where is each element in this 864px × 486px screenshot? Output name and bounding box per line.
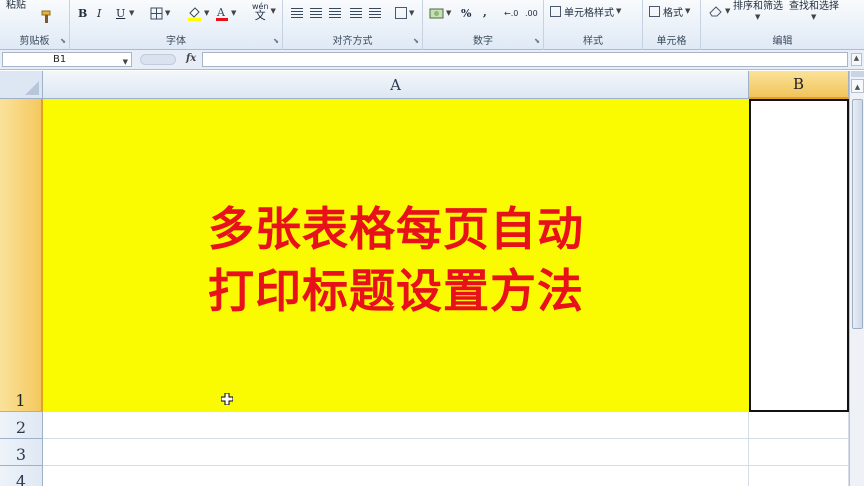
- row-header-2[interactable]: 2: [0, 412, 43, 439]
- increase-indent-icon[interactable]: [369, 4, 381, 22]
- font-color-icon[interactable]: A ▼: [215, 4, 236, 22]
- format-label: 格式: [663, 7, 683, 19]
- cell-b2[interactable]: [749, 412, 849, 439]
- italic-button[interactable]: I: [97, 4, 101, 22]
- editing-group: ▼ 排序和筛选 查找和选择 ▼ ▼ 编辑: [701, 0, 864, 50]
- increase-decimal-icon[interactable]: ←.0: [504, 4, 518, 22]
- name-box-value: B1: [53, 54, 67, 65]
- cell-a2[interactable]: [43, 412, 749, 439]
- styles-group: 单元格样式 ▼ 样式: [544, 0, 643, 50]
- borders-icon[interactable]: ▼: [150, 4, 170, 22]
- format-painter-icon[interactable]: [40, 8, 54, 26]
- row-header-4[interactable]: 4: [0, 466, 43, 486]
- percent-button[interactable]: %: [461, 4, 471, 22]
- paste-button[interactable]: 粘贴: [6, 0, 26, 12]
- cells-group: 格式 ▼ 单元格: [643, 0, 701, 50]
- eraser-icon[interactable]: ▼: [707, 2, 730, 20]
- merge-center-icon[interactable]: ▼: [395, 4, 414, 22]
- insert-function-icon[interactable]: fx: [186, 53, 196, 64]
- formula-controls: fx: [140, 52, 200, 67]
- align-center-icon[interactable]: [310, 4, 322, 22]
- align-left-icon[interactable]: [291, 4, 303, 22]
- decrease-decimal-icon[interactable]: .00: [525, 4, 538, 22]
- column-header-b[interactable]: B: [749, 71, 849, 99]
- alignment-group: ▼ 对齐方式 ⬊: [283, 0, 423, 50]
- styles-group-label: 样式: [583, 36, 603, 47]
- expand-formula-bar-icon[interactable]: ▲: [851, 53, 862, 66]
- phonetic-guide-button[interactable]: wén 文 ▼: [252, 2, 276, 21]
- move-cursor-icon: [220, 392, 234, 406]
- svg-text:A: A: [216, 6, 226, 19]
- number-launcher-icon[interactable]: ⬊: [534, 37, 540, 45]
- clipboard-group: 粘贴 剪贴板 ⬊: [0, 0, 70, 50]
- scroll-thumb[interactable]: [852, 99, 863, 329]
- formula-input[interactable]: [202, 52, 848, 67]
- number-group: ▼ % , ←.0 .00 数字 ⬊: [423, 0, 544, 50]
- cell-styles-icon: [550, 5, 561, 17]
- cell-styles-label: 单元格样式: [564, 7, 614, 19]
- cells-group-label: 单元格: [656, 36, 687, 47]
- name-box-dropdown-icon[interactable]: ▼: [123, 56, 128, 69]
- cell-a1[interactable]: 多张表格每页自动 打印标题设置方法: [43, 99, 749, 412]
- cell-styles-button[interactable]: 单元格样式 ▼: [550, 2, 621, 20]
- bold-button[interactable]: B: [78, 4, 87, 22]
- cell-a1-line-2: 打印标题设置方法: [208, 263, 584, 318]
- cell-b3[interactable]: [749, 439, 849, 466]
- alignment-launcher-icon[interactable]: ⬊: [413, 37, 419, 45]
- clipboard-launcher-icon[interactable]: ⬊: [60, 37, 66, 45]
- scroll-up-icon[interactable]: ▲: [851, 79, 864, 93]
- underline-button[interactable]: U: [116, 4, 125, 22]
- cell-b4[interactable]: [749, 466, 849, 486]
- underline-dropdown-icon[interactable]: ▼: [127, 4, 134, 22]
- vertical-scrollbar[interactable]: ▲: [849, 71, 864, 486]
- format-button[interactable]: 格式 ▼: [649, 2, 690, 20]
- font-group: B I U ▼ ▼ ▼ A ▼ wén 文 ▼ 字体 ⬊: [70, 0, 283, 50]
- number-group-label: 数字: [473, 36, 493, 47]
- split-box[interactable]: [851, 71, 864, 77]
- fill-color-icon[interactable]: ▼: [187, 4, 209, 22]
- row-header-1[interactable]: 1: [0, 99, 43, 412]
- cell-a3[interactable]: [43, 439, 749, 466]
- column-header-a[interactable]: A: [43, 71, 749, 99]
- editing-group-label: 编辑: [772, 36, 793, 47]
- cell-b1-selected[interactable]: [749, 99, 849, 412]
- ribbon: 粘贴 剪贴板 ⬊ B I U ▼ ▼ ▼ A ▼ wén 文 ▼ 字体 ⬊ ▼ 对齐方: [0, 0, 864, 50]
- cell-a4[interactable]: [43, 466, 749, 486]
- find-select-dropdown-icon[interactable]: ▼: [809, 8, 816, 26]
- formula-bar: B1 ▼ fx ▲: [0, 50, 864, 70]
- comma-button[interactable]: ,: [483, 3, 487, 21]
- font-launcher-icon[interactable]: ⬊: [273, 37, 279, 45]
- font-group-label: 字体: [166, 36, 186, 47]
- currency-icon[interactable]: ▼: [429, 4, 451, 22]
- row-header-3[interactable]: 3: [0, 439, 43, 466]
- clipboard-group-label: 剪贴板: [19, 36, 50, 47]
- formula-controls-slot: [140, 54, 176, 65]
- format-icon: [649, 5, 660, 17]
- align-right-icon[interactable]: [329, 4, 341, 22]
- name-box[interactable]: B1 ▼: [2, 52, 132, 67]
- alignment-group-label: 对齐方式: [332, 36, 373, 47]
- cell-a1-line-1: 多张表格每页自动: [208, 201, 584, 256]
- sort-filter-dropdown-icon[interactable]: ▼: [753, 8, 760, 26]
- select-all-corner[interactable]: [0, 71, 43, 99]
- decrease-indent-icon[interactable]: [350, 4, 362, 22]
